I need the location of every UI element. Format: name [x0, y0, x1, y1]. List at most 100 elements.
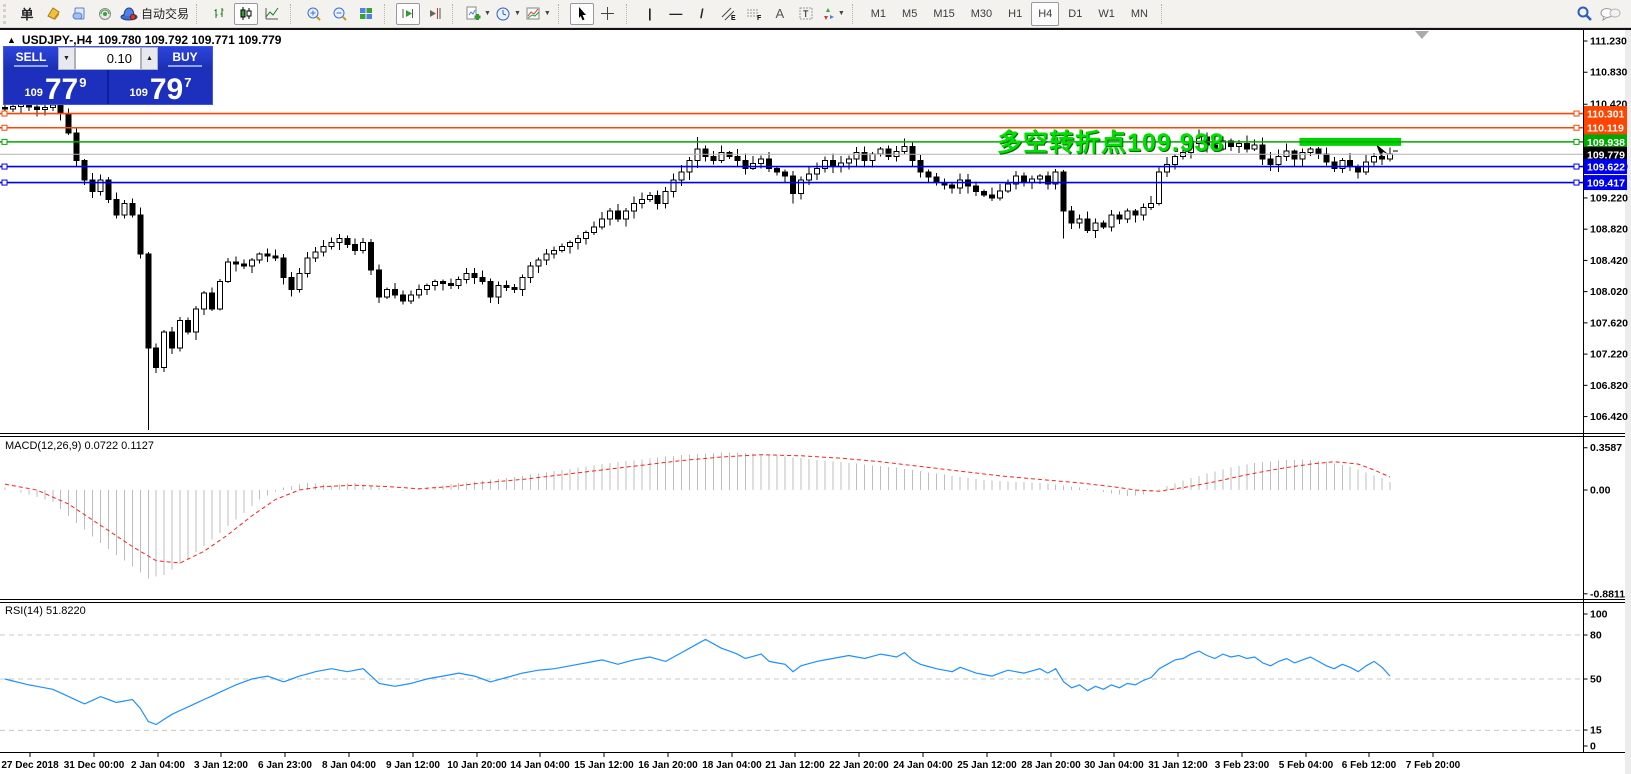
timeframe-button-M1[interactable]: M1	[864, 2, 893, 26]
line-handle[interactable]	[2, 139, 7, 144]
svg-text:106.420: 106.420	[1590, 411, 1628, 423]
line-handle[interactable]	[1574, 111, 1579, 116]
autotrading-hat-icon	[120, 6, 138, 21]
line-handle[interactable]	[1574, 139, 1579, 144]
svg-text:0: 0	[1590, 741, 1596, 753]
metaeditor-button[interactable]	[41, 3, 65, 25]
line-handle[interactable]	[2, 164, 7, 169]
svg-text:E: E	[731, 15, 736, 21]
zoom-in-button[interactable]	[302, 3, 326, 25]
volume-increase-button[interactable]: ▲	[141, 47, 158, 70]
line-chart-button[interactable]	[260, 3, 284, 25]
chevron-down-icon: ▼	[484, 10, 491, 17]
bar-chart-button[interactable]	[208, 3, 232, 25]
svg-text:107.620: 107.620	[1590, 317, 1628, 329]
timeframe-button-H4[interactable]: H4	[1031, 2, 1059, 26]
svg-text:31 Dec 00:00: 31 Dec 00:00	[64, 760, 125, 771]
buy-price-big: 79	[150, 77, 183, 103]
bar-chart-icon	[212, 6, 228, 21]
ohlc-readout: 109.780 109.792 109.771 109.779	[98, 33, 282, 47]
tile-windows-icon	[358, 6, 374, 21]
volume-decrease-button[interactable]: ▼	[58, 47, 75, 70]
chart-shift-marker[interactable]	[1415, 31, 1429, 39]
timeframe-button-M30[interactable]: M30	[964, 2, 999, 26]
svg-text:15: 15	[1590, 725, 1602, 737]
svg-text:100: 100	[1590, 609, 1608, 621]
line-handle[interactable]	[1574, 180, 1579, 185]
autotrading-label: 自动交易	[141, 5, 189, 22]
svg-text:50: 50	[1590, 674, 1602, 686]
signals-button[interactable]	[93, 3, 117, 25]
svg-text:24 Jan 04:00: 24 Jan 04:00	[893, 760, 953, 771]
chat-button[interactable]	[1598, 3, 1622, 25]
sell-label: SELL	[16, 50, 47, 64]
svg-text:16 Jan 20:00: 16 Jan 20:00	[638, 760, 698, 771]
search-button[interactable]	[1572, 3, 1596, 25]
auto-scroll-button[interactable]	[396, 3, 420, 25]
collapse-triangle-icon[interactable]: ▲	[7, 35, 16, 45]
sell-price-button[interactable]: 109 77 9	[4, 70, 107, 104]
line-handle[interactable]	[1574, 125, 1579, 130]
trendline-button[interactable]: /	[690, 3, 714, 25]
buy-button[interactable]: BUY	[158, 47, 212, 70]
tile-windows-button[interactable]	[354, 3, 378, 25]
svg-text:9 Jan 12:00: 9 Jan 12:00	[386, 760, 440, 771]
timeframe-button-D1[interactable]: D1	[1061, 2, 1089, 26]
timeframe-button-MN[interactable]: MN	[1124, 2, 1155, 26]
toolbar-separator	[1161, 4, 1168, 24]
horizontal-line-button[interactable]: —	[664, 3, 688, 25]
timeframe-button-M5[interactable]: M5	[895, 2, 924, 26]
text-label-button[interactable]: T	[794, 3, 818, 25]
chart-shift-button[interactable]	[422, 3, 446, 25]
line-handle[interactable]	[2, 111, 7, 116]
crosshair-button[interactable]	[596, 3, 620, 25]
main-toolbar: 单 自动交易	[0, 0, 1631, 28]
arrows-dropdown[interactable]: ▼	[820, 3, 846, 25]
trendline-icon: /	[700, 6, 704, 21]
pivot-annotation-text[interactable]: 多空转折点109.938	[997, 123, 1224, 159]
line-handle[interactable]	[2, 125, 7, 130]
fibonacci-icon: F	[745, 6, 762, 21]
chart-title-bar: ▲ USDJPY-,H4 109.780 109.792 109.771 109…	[7, 33, 281, 47]
svg-text:25 Jan 12:00: 25 Jan 12:00	[957, 760, 1017, 771]
vertical-line-button[interactable]: |	[638, 3, 662, 25]
auto-scroll-icon	[400, 6, 416, 21]
new-order-button[interactable]: 单	[15, 3, 39, 25]
sell-button[interactable]: SELL	[4, 47, 58, 70]
signals-icon	[97, 6, 114, 21]
sell-price-handle: 109	[25, 88, 43, 99]
svg-text:108.020: 108.020	[1590, 286, 1628, 298]
indicators-icon	[465, 6, 481, 21]
news-button[interactable]	[67, 3, 91, 25]
toolbar-separator	[558, 4, 565, 24]
toolbar-grip[interactable]	[3, 4, 11, 24]
timeframe-button-M15[interactable]: M15	[926, 2, 961, 26]
buy-price-handle: 109	[130, 88, 148, 99]
toolbar-separator	[452, 4, 459, 24]
timeframe-button-W1[interactable]: W1	[1091, 2, 1122, 26]
chart-canvas[interactable]: 111.230110.830110.420110.020109.620109.2…	[0, 30, 1631, 774]
templates-dropdown[interactable]: ▼	[524, 3, 552, 25]
svg-text:10 Jan 20:00: 10 Jan 20:00	[447, 760, 507, 771]
templates-icon	[525, 6, 541, 21]
timeframe-button-H1[interactable]: H1	[1001, 2, 1029, 26]
autotrading-button[interactable]: 自动交易	[119, 3, 190, 25]
periods-dropdown[interactable]: ▼	[494, 3, 522, 25]
chevron-down-icon: ▼	[544, 10, 551, 17]
text-button[interactable]: A	[768, 3, 792, 25]
one-click-trading-panel: SELL ▼ 0.10 ▲ BUY 109 77 9 109 79 7	[3, 46, 213, 105]
svg-text:80: 80	[1590, 630, 1602, 642]
line-handle[interactable]	[2, 180, 7, 185]
candlestick-chart-button[interactable]	[234, 3, 258, 25]
svg-text:8 Jan 04:00: 8 Jan 04:00	[322, 760, 376, 771]
buy-price-button[interactable]: 109 79 7	[109, 70, 212, 104]
fibonacci-button[interactable]: F	[742, 3, 766, 25]
zoom-out-button[interactable]	[328, 3, 352, 25]
channel-button[interactable]: E	[716, 3, 740, 25]
volume-input[interactable]: 0.10	[75, 47, 141, 70]
cursor-button[interactable]	[570, 3, 594, 25]
indicators-dropdown[interactable]: ▼	[464, 3, 492, 25]
price-badge-109.417: 109.417	[1584, 175, 1627, 190]
line-handle[interactable]	[1574, 164, 1579, 169]
sell-price-big: 77	[45, 77, 78, 103]
